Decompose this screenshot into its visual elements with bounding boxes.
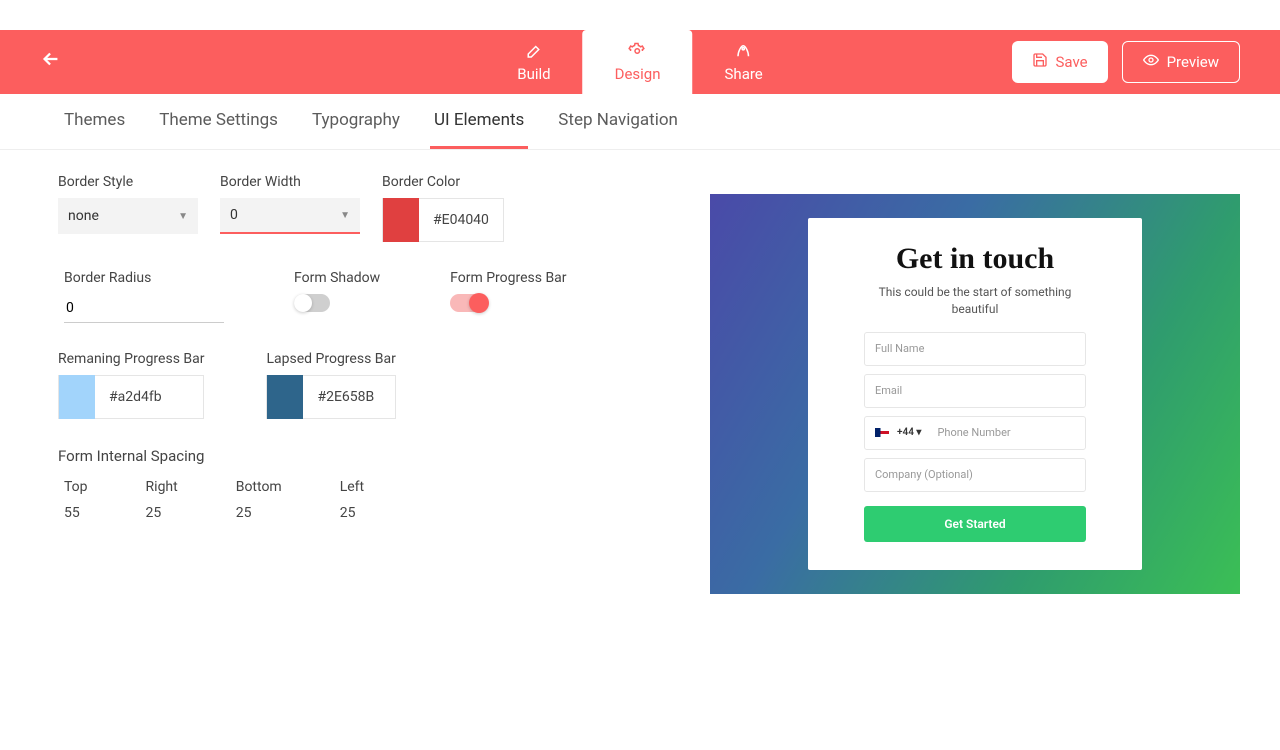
color-swatch xyxy=(383,198,419,242)
preview-label: Preview xyxy=(1167,53,1219,71)
form-preview: Get in touch This could be the start of … xyxy=(710,194,1240,594)
border-width-select[interactable]: 0 ▼ xyxy=(220,198,360,234)
spacing-right-label: Right xyxy=(146,479,178,495)
settings-panel: Border Style none ▼ Border Width 0 ▼ Bor… xyxy=(58,174,680,594)
spacing-left-value[interactable]: 25 xyxy=(340,505,364,521)
chevron-down-icon: ▼ xyxy=(340,210,350,221)
preview-button[interactable]: Preview xyxy=(1122,41,1240,83)
chevron-down-icon: ▼ xyxy=(178,211,188,222)
form-title: Get in touch xyxy=(896,242,1054,276)
sub-nav: Themes Theme Settings Typography UI Elem… xyxy=(0,94,1280,150)
top-bar: Build Design Share Save Preview xyxy=(0,30,1280,94)
border-color-label: Border Color xyxy=(382,174,504,190)
lapsed-bar-picker[interactable]: #2E658B xyxy=(266,375,395,419)
form-card: Get in touch This could be the start of … xyxy=(808,218,1142,570)
spacing-top-value[interactable]: 55 xyxy=(64,505,88,521)
form-subtitle: This could be the start of something bea… xyxy=(875,284,1075,318)
flag-icon xyxy=(875,428,889,437)
get-started-button[interactable]: Get Started xyxy=(864,506,1086,542)
rocket-icon xyxy=(734,41,754,61)
tab-label: Share xyxy=(725,65,763,83)
form-progress-toggle[interactable] xyxy=(450,294,486,312)
dial-code[interactable]: +44 ▾ xyxy=(897,427,921,438)
tab-share[interactable]: Share xyxy=(693,30,795,94)
border-color-picker[interactable]: #E04040 xyxy=(382,198,504,242)
tab-build[interactable]: Build xyxy=(485,30,582,94)
edit-icon xyxy=(524,41,544,61)
remaining-bar-picker[interactable]: #a2d4fb xyxy=(58,375,204,419)
subnav-typography[interactable]: Typography xyxy=(308,110,404,149)
remaining-bar-label: Remaning Progress Bar xyxy=(58,351,204,367)
subnav-step-navigation[interactable]: Step Navigation xyxy=(554,110,682,149)
save-button[interactable]: Save xyxy=(1012,41,1108,83)
form-progress-label: Form Progress Bar xyxy=(450,270,566,286)
back-button[interactable] xyxy=(40,48,62,76)
save-icon xyxy=(1032,52,1048,72)
spacing-left-label: Left xyxy=(340,479,364,495)
spacing-top-label: Top xyxy=(64,479,88,495)
subnav-theme-settings[interactable]: Theme Settings xyxy=(155,110,282,149)
phone-field[interactable]: +44 ▾ Phone Number xyxy=(864,416,1086,450)
top-tabs: Build Design Share xyxy=(485,30,795,94)
spacing-title: Form Internal Spacing xyxy=(58,447,680,465)
border-style-select[interactable]: none ▼ xyxy=(58,198,198,234)
form-shadow-label: Form Shadow xyxy=(294,270,380,286)
lapsed-bar-label: Lapsed Progress Bar xyxy=(266,351,395,367)
tab-label: Build xyxy=(517,65,550,83)
border-style-label: Border Style xyxy=(58,174,198,190)
tab-design[interactable]: Design xyxy=(583,30,693,94)
color-swatch xyxy=(59,375,95,419)
spacing-bottom-label: Bottom xyxy=(236,479,282,495)
save-label: Save xyxy=(1056,53,1088,71)
border-radius-label: Border Radius xyxy=(64,270,224,286)
spacing-right-value[interactable]: 25 xyxy=(146,505,178,521)
form-shadow-toggle[interactable] xyxy=(294,294,330,312)
subnav-ui-elements[interactable]: UI Elements xyxy=(430,110,528,149)
border-radius-input[interactable] xyxy=(64,294,224,323)
email-field[interactable]: Email xyxy=(864,374,1086,408)
gear-icon xyxy=(628,41,648,61)
spacing-row: Top 55 Right 25 Bottom 25 Left 25 xyxy=(58,479,680,521)
top-actions: Save Preview xyxy=(1012,41,1241,83)
full-name-field[interactable]: Full Name xyxy=(864,332,1086,366)
company-field[interactable]: Company (Optional) xyxy=(864,458,1086,492)
tab-label: Design xyxy=(615,65,661,83)
eye-icon xyxy=(1143,52,1159,72)
spacing-bottom-value[interactable]: 25 xyxy=(236,505,282,521)
border-width-label: Border Width xyxy=(220,174,360,190)
subnav-themes[interactable]: Themes xyxy=(60,110,129,149)
preview-pane: Get in touch This could be the start of … xyxy=(710,174,1240,594)
color-swatch xyxy=(267,375,303,419)
